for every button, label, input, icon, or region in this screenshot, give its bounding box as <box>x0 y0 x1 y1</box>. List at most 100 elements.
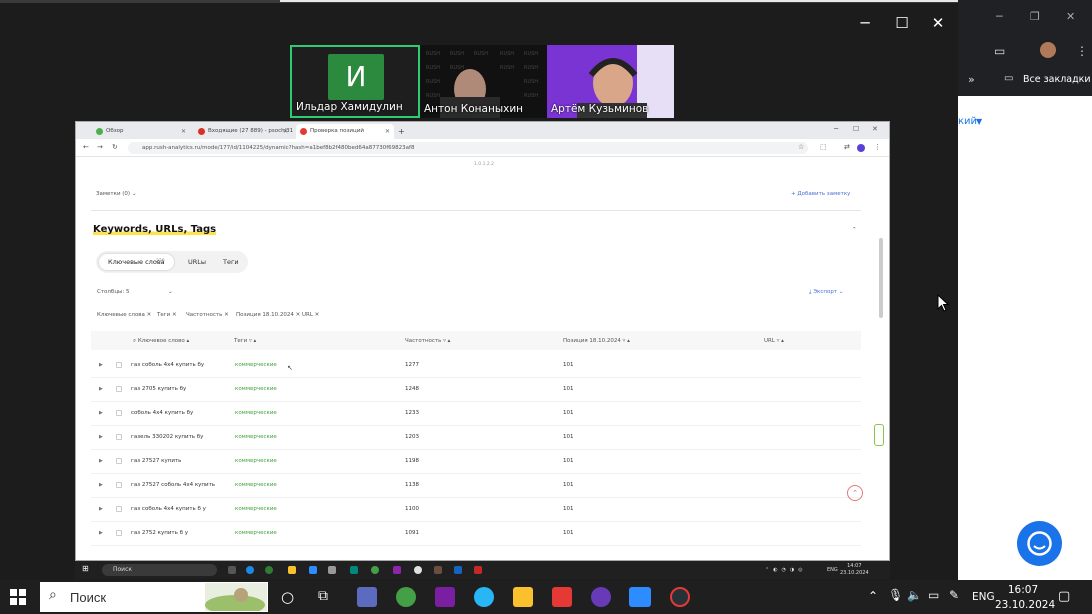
tab-keywords[interactable]: Ключевые слова 220 <box>99 254 174 270</box>
table-row[interactable]: ▶ соболь 4х4 купить бу коммерческие 1233… <box>91 402 861 426</box>
row-checkbox[interactable] <box>116 482 122 488</box>
more-menu-icon[interactable]: ⋮ <box>1076 44 1088 58</box>
all-bookmarks-label[interactable]: Все закладки <box>1023 74 1091 85</box>
row-checkbox[interactable] <box>116 410 122 416</box>
columns-select[interactable]: Столбцы: 5 <box>97 289 130 295</box>
table-row[interactable]: ▶ газ 27527 соболь 4х4 купить коммерческ… <box>91 474 861 498</box>
close-icon[interactable]: ✕ <box>872 125 878 133</box>
app-icon[interactable] <box>265 566 273 574</box>
scrollbar[interactable] <box>879 238 883 318</box>
table-row[interactable]: ▶ газ 2752 купить б у коммерческие 1091 … <box>91 522 861 546</box>
task-view-icon[interactable]: ⧉ <box>318 588 328 604</box>
chat-bubble-button[interactable] <box>1017 521 1062 566</box>
chevron-up-icon[interactable]: ⌃ <box>868 589 878 603</box>
row-checkbox[interactable] <box>116 386 122 392</box>
inner-clock[interactable]: 14:07 23.10.2024 <box>840 563 869 577</box>
row-checkbox[interactable] <box>116 362 122 368</box>
expand-icon[interactable]: ▶ <box>99 458 103 464</box>
restore-icon[interactable]: ❐ <box>1030 10 1040 23</box>
chrome-icon[interactable] <box>414 566 422 574</box>
app-icon[interactable] <box>328 566 336 574</box>
expand-icon[interactable]: ▶ <box>99 410 103 416</box>
windows-start-icon[interactable] <box>10 589 26 605</box>
filter-chip[interactable]: Теги ✕ <box>157 312 177 318</box>
tab-mail[interactable]: Входящие (27 889) - psochi31 ✕ <box>194 124 293 139</box>
row-checkbox[interactable] <box>116 434 122 440</box>
app-icon[interactable] <box>670 587 690 607</box>
chevron-double-right-icon[interactable]: » <box>968 73 975 86</box>
table-row[interactable]: ▶ газ 27527 купить коммерческие 1198 101 <box>91 450 861 474</box>
chrome-icon[interactable] <box>396 587 416 607</box>
minimize-icon[interactable]: ─ <box>834 125 838 133</box>
row-checkbox[interactable] <box>116 458 122 464</box>
word-icon[interactable] <box>454 566 462 574</box>
close-button[interactable]: ✕ <box>923 10 953 36</box>
collapse-icon[interactable]: ⌃ <box>852 227 857 233</box>
minimize-button[interactable]: ─ <box>850 10 880 36</box>
tab-position-check[interactable]: Проверка позиций ✕ <box>296 124 394 139</box>
scroll-to-top-button[interactable]: ⌃ <box>847 485 863 501</box>
more-menu-icon[interactable]: ⋮ <box>874 143 881 151</box>
windows-icon[interactable]: ⊞ <box>82 564 89 573</box>
chevron-down-icon[interactable]: ⌄ <box>168 289 173 295</box>
filter-chip[interactable]: Позиция 18.10.2024 ✕ <box>236 312 300 318</box>
row-checkbox[interactable] <box>116 506 122 512</box>
app-icon[interactable] <box>434 566 442 574</box>
filter-chip[interactable]: Частотность ✕ <box>186 312 229 318</box>
partial-link-text[interactable]: кий <box>958 116 977 127</box>
close-icon[interactable]: ✕ <box>1066 10 1075 23</box>
expand-icon[interactable]: ▶ <box>99 434 103 440</box>
new-tab-button[interactable]: + <box>396 124 408 139</box>
zoom-icon[interactable] <box>629 587 651 607</box>
maximize-button[interactable]: ☐ <box>887 10 917 36</box>
side-widget[interactable] <box>874 424 884 446</box>
expand-icon[interactable]: ▶ <box>99 362 103 368</box>
calculator-icon[interactable] <box>357 587 377 607</box>
table-row[interactable]: ▶ газ соболь 4х4 купить б у коммерческие… <box>91 498 861 522</box>
pen-icon[interactable]: ✎ <box>949 588 959 602</box>
restore-icon[interactable]: ☐ <box>853 125 859 133</box>
participant-tile[interactable]: Артём Кузьминов <box>547 45 674 118</box>
row-checkbox[interactable] <box>116 530 122 536</box>
language-indicator[interactable]: ENG <box>972 591 995 603</box>
tab-overview[interactable]: Обзор ✕ <box>92 124 190 139</box>
participant-tile[interactable]: RUSH RUSH RUSH RUSH RUSH RUSH RUSH RUSH RUSH RU… <box>420 45 547 118</box>
table-row[interactable]: ▶ газ 2705 купить бу коммерческие 1248 1… <box>91 378 861 402</box>
app-icon[interactable] <box>591 587 611 607</box>
column-header-keyword[interactable]: ⌕ Ключевое слово ▴ <box>133 338 189 345</box>
expand-icon[interactable]: ▶ <box>99 530 103 536</box>
clock-date[interactable]: 23.10.2024 <box>995 599 1055 611</box>
forward-icon[interactable]: → <box>97 143 103 151</box>
folder-icon[interactable] <box>288 566 296 574</box>
back-icon[interactable]: ← <box>83 143 89 151</box>
taskbar-search-input[interactable]: ⌕ Поиск <box>40 582 268 612</box>
add-note-button[interactable]: + Добавить заметку <box>791 191 850 197</box>
edge-icon[interactable] <box>246 566 254 574</box>
phpstorm-icon[interactable] <box>435 587 455 607</box>
microsoft-store-icon[interactable] <box>552 587 572 607</box>
expand-icon[interactable]: ▶ <box>99 386 103 392</box>
lang-indicator[interactable]: ENG <box>827 567 838 573</box>
volume-icon[interactable]: 🔈 <box>907 588 922 602</box>
zoom-icon[interactable] <box>309 566 317 574</box>
column-header-tags[interactable]: Теги ▿ ▴ <box>234 338 256 344</box>
task-view-icon[interactable] <box>228 566 236 574</box>
battery-icon[interactable]: ▭ <box>928 588 939 602</box>
export-button[interactable]: ⤓ Экспорт ⌄ <box>809 289 843 296</box>
column-header-position[interactable]: Позиция 18.10.2024 ▿ ▴ <box>563 338 630 344</box>
minimize-icon[interactable]: ─ <box>996 10 1003 23</box>
profile-avatar[interactable] <box>857 144 865 152</box>
notes-dropdown[interactable]: Заметки (0) ⌄ <box>96 191 136 197</box>
clock-time[interactable]: 16:07 <box>998 584 1048 596</box>
pdf-icon[interactable] <box>474 566 482 574</box>
notification-icon[interactable]: ▢ <box>1058 589 1070 604</box>
microphone-icon[interactable]: 🎙 <box>888 588 903 602</box>
participant-tile[interactable]: И Ильдар Хамидулин <box>290 45 420 118</box>
profile-avatar[interactable] <box>1040 42 1056 58</box>
app-icon[interactable] <box>350 566 358 574</box>
tab-tags[interactable]: Теги <box>223 258 239 266</box>
chrome-icon[interactable] <box>371 566 379 574</box>
reload-icon[interactable]: ↻ <box>112 143 118 151</box>
table-row[interactable]: ▶ газель 330202 купить бу коммерческие 1… <box>91 426 861 450</box>
inner-search-box[interactable]: Поиск <box>102 564 217 576</box>
